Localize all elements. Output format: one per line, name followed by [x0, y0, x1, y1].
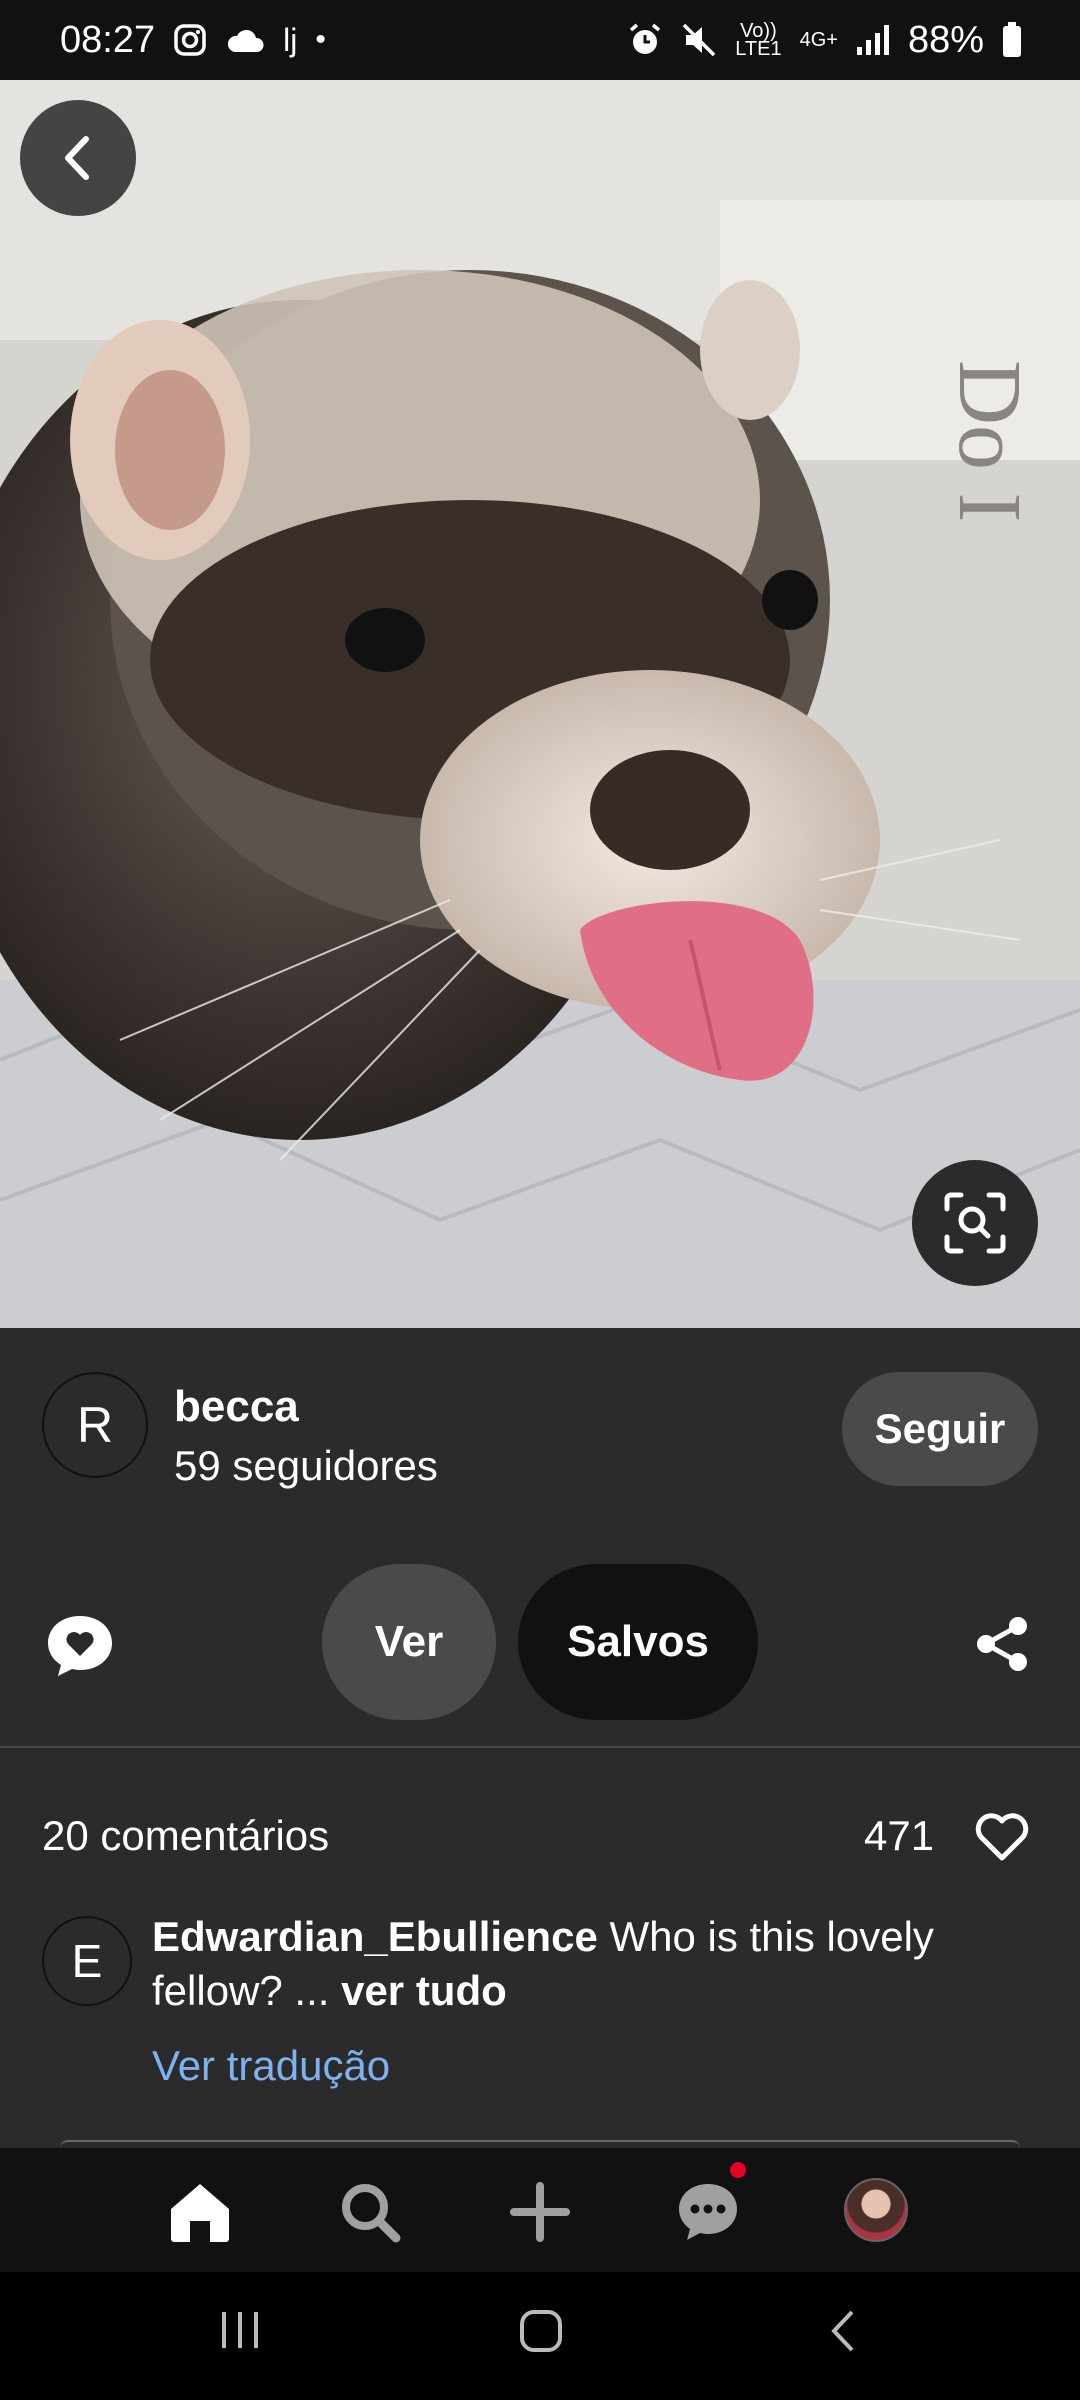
- home-button-icon[interactable]: [518, 2308, 564, 2354]
- bottom-nav: [0, 2148, 1080, 2272]
- view-label: Ver: [374, 1617, 444, 1666]
- divider: [0, 1746, 1080, 1748]
- home-icon[interactable]: [162, 2174, 238, 2250]
- profile-avatar[interactable]: [844, 2178, 908, 2242]
- comments-count[interactable]: 20 comentários: [42, 1812, 329, 1860]
- system-nav: [0, 2272, 1080, 2400]
- create-icon[interactable]: [502, 2174, 578, 2250]
- sheet-handle: [60, 2140, 1020, 2148]
- ferret-photo: Do I: [0, 80, 1080, 1328]
- author-initial: R: [76, 1397, 114, 1453]
- comment-heart-icon[interactable]: [44, 1612, 116, 1685]
- saved-button[interactable]: Salvos: [518, 1564, 758, 1720]
- commenter-initial: E: [71, 1935, 103, 1987]
- volte-indicator: Vo)) LTE1: [735, 20, 782, 60]
- heart-icon[interactable]: [974, 1812, 1030, 1867]
- search-icon[interactable]: [332, 2174, 408, 2250]
- action-row: Ver Salvos: [0, 1560, 1080, 1720]
- saved-label: Salvos: [567, 1617, 709, 1666]
- pin-image[interactable]: Do I: [0, 80, 1080, 1328]
- svg-text:Do I: Do I: [940, 360, 1039, 522]
- lj-indicator: lj: [283, 21, 298, 58]
- recent-apps-icon[interactable]: [218, 2308, 262, 2352]
- author-row: R becca 59 seguidores Seguir: [0, 1328, 1080, 1528]
- follow-label: Seguir: [874, 1405, 1006, 1452]
- comment-body: Edwardian_Ebullience Who is this lovely …: [152, 1910, 1012, 2018]
- status-bar-left: 08:27 lj •: [60, 19, 326, 62]
- author-followers: 59 seguidores: [174, 1442, 438, 1489]
- battery-icon: [1002, 22, 1022, 58]
- author-avatar[interactable]: R: [42, 1372, 148, 1478]
- alarm-icon: [627, 22, 663, 58]
- author-name[interactable]: becca: [174, 1382, 299, 1432]
- visual-search-icon: [943, 1191, 1007, 1255]
- visual-search-button[interactable]: [912, 1160, 1038, 1286]
- see-more-link[interactable]: ver tudo: [341, 1967, 507, 2014]
- battery-percent: 88%: [907, 18, 984, 61]
- back-button[interactable]: [20, 100, 136, 216]
- cloud-icon: [225, 26, 265, 54]
- clock: 08:27: [60, 18, 156, 61]
- messages-icon[interactable]: [670, 2174, 746, 2250]
- likes-count: 471: [864, 1812, 935, 1859]
- view-button[interactable]: Ver: [322, 1564, 496, 1720]
- system-back-icon[interactable]: [826, 2308, 862, 2354]
- instagram-icon: [173, 23, 207, 57]
- network-indicator: 4G+: [799, 29, 838, 51]
- notification-dot: [730, 2162, 746, 2178]
- status-bar-right: Vo)) LTE1 4G+ 88%: [627, 19, 1022, 62]
- back-arrow-icon: [58, 133, 98, 183]
- signal-icon: [856, 25, 890, 55]
- commenter-avatar[interactable]: E: [42, 1916, 132, 2006]
- mute-icon: [681, 22, 717, 58]
- dot-indicator: •: [315, 23, 326, 56]
- follow-button[interactable]: Seguir: [842, 1372, 1038, 1486]
- share-icon[interactable]: [972, 1614, 1032, 1679]
- status-bar: 08:27 lj • Vo)) LTE1 4G+ 88%: [0, 0, 1080, 80]
- commenter-name[interactable]: Edwardian_Ebullience: [152, 1913, 598, 1960]
- translate-link[interactable]: Ver tradução: [152, 2042, 390, 2090]
